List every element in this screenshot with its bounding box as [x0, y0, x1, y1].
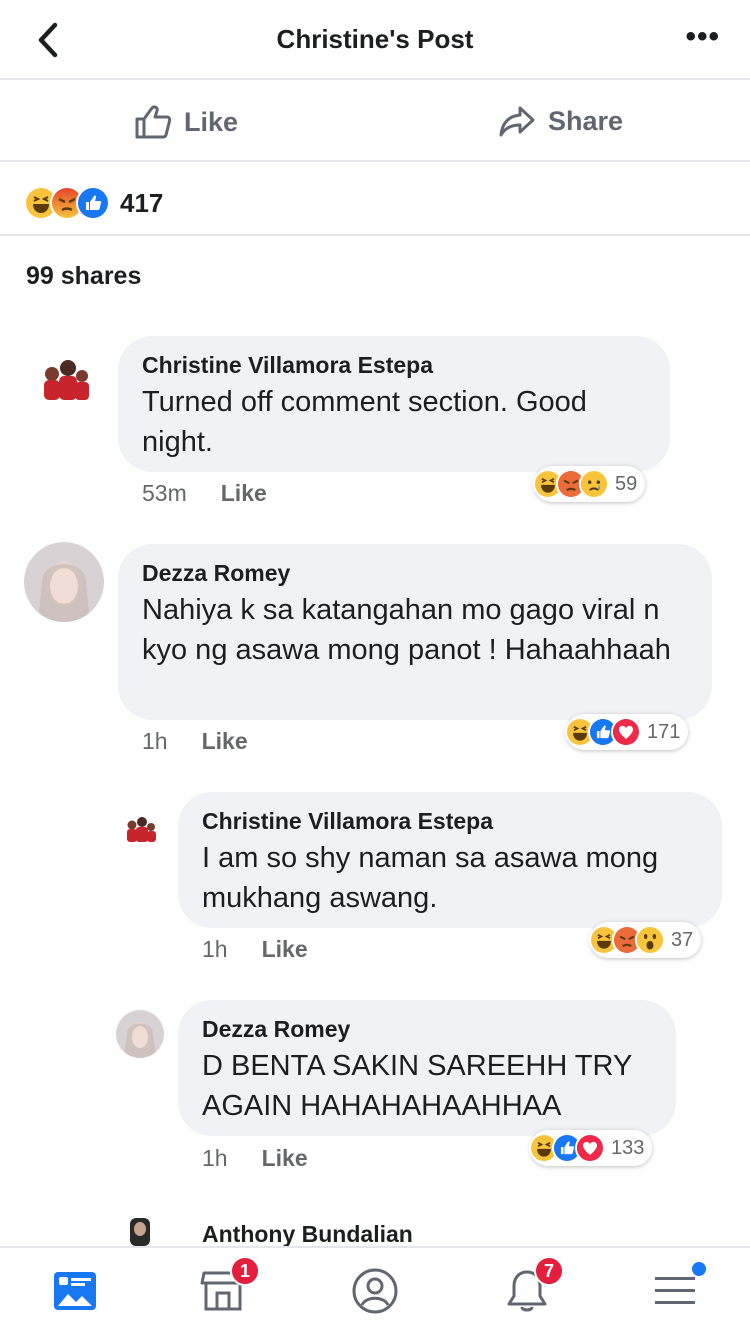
reply-bubble[interactable]: Christine Villamora Estepa I am so shy n…: [178, 792, 722, 928]
avatar[interactable]: [116, 1010, 164, 1058]
avatar[interactable]: [124, 1216, 156, 1246]
comment-meta: 1h Like: [202, 1145, 308, 1172]
post-reactions[interactable]: 417: [24, 186, 163, 220]
love-reaction-icon: [575, 1133, 605, 1163]
reaction-count: 417: [120, 187, 164, 218]
comment-time: 1h: [202, 1145, 228, 1171]
reply-bubble[interactable]: Dezza Romey D BENTA SAKIN SAREEHH TRY AG…: [178, 1000, 676, 1136]
comment-meta: 1h Like: [142, 728, 248, 755]
avatar[interactable]: [24, 542, 104, 622]
comment-author[interactable]: Anthony Bundalian: [202, 1219, 413, 1249]
menu-icon: [655, 1277, 695, 1304]
comment-author[interactable]: Christine Villamora Estepa: [202, 806, 700, 836]
comment-like-button[interactable]: Like: [262, 936, 308, 963]
comment-bubble[interactable]: Dezza Romey Nahiya k sa katangahan mo ga…: [118, 544, 712, 720]
avatar[interactable]: [34, 346, 98, 410]
comment-reaction-count: 59: [615, 472, 638, 495]
comment-reactions[interactable]: 133: [529, 1130, 653, 1166]
comment-bubble[interactable]: Christine Villamora Estepa Turned off co…: [118, 336, 670, 472]
comment-reaction-count: 171: [647, 720, 681, 743]
like-button[interactable]: Like: [134, 104, 238, 140]
comment-like-button[interactable]: Like: [221, 480, 267, 507]
bottom-nav: 1 7: [0, 1246, 750, 1336]
post-actions: Like Share: [0, 82, 750, 162]
top-bar: Christine's Post •••: [0, 0, 750, 80]
sad-reaction-icon: [579, 469, 609, 499]
comment-reactions[interactable]: 59: [533, 466, 646, 502]
page-title: Christine's Post: [276, 24, 474, 54]
avatar[interactable]: [120, 808, 160, 848]
nav-profile[interactable]: [350, 1266, 400, 1316]
share-label: Share: [548, 105, 624, 136]
marketplace-badge: 1: [230, 1256, 260, 1286]
wow-reaction-icon: [635, 925, 665, 955]
more-options-button[interactable]: •••: [685, 22, 720, 52]
comment-reactions[interactable]: 37: [589, 922, 702, 958]
comment-reaction-count: 133: [611, 1136, 645, 1159]
nav-marketplace[interactable]: 1: [198, 1256, 260, 1316]
nav-notifications[interactable]: 7: [502, 1256, 564, 1316]
comment-reactions[interactable]: 171: [565, 714, 689, 750]
comment-author[interactable]: Christine Villamora Estepa: [142, 350, 648, 380]
news-feed-icon: [54, 1272, 96, 1310]
comment-like-button[interactable]: Like: [202, 728, 248, 755]
thumbs-up-icon: [135, 105, 172, 139]
comment-time: 1h: [142, 728, 168, 754]
comment-like-button[interactable]: Like: [262, 1145, 308, 1172]
comment-text: Nahiya k sa katangahan mo gago viral n k…: [142, 594, 671, 666]
divider: [0, 234, 750, 236]
comment-author[interactable]: Dezza Romey: [202, 1014, 654, 1044]
comment-meta: 53m Like: [142, 480, 267, 507]
profile-icon: [352, 1268, 398, 1314]
shares-count[interactable]: 99 shares: [26, 262, 141, 291]
love-reaction-icon: [611, 717, 641, 747]
comment-time: 1h: [202, 936, 228, 962]
comment-meta: 1h Like: [202, 936, 308, 963]
menu-indicator-dot: [692, 1262, 706, 1276]
like-label: Like: [184, 106, 239, 137]
nav-menu[interactable]: [650, 1262, 706, 1316]
comment-text: Turned off comment section. Good night.: [142, 386, 587, 458]
comment-author[interactable]: Dezza Romey: [142, 558, 690, 588]
comment-time: 53m: [142, 480, 187, 506]
like-reaction-icon: [76, 186, 110, 220]
share-button[interactable]: Share: [498, 104, 623, 138]
comment-text: I am so shy naman sa asawa mong mukhang …: [202, 842, 659, 914]
notifications-badge: 7: [534, 1256, 564, 1286]
nav-news-feed[interactable]: [50, 1266, 100, 1316]
share-arrow-icon: [499, 106, 535, 137]
comment-reaction-count: 37: [671, 928, 694, 951]
comment-text: D BENTA SAKIN SAREEHH TRY AGAIN HAHAHAHA…: [202, 1050, 632, 1122]
